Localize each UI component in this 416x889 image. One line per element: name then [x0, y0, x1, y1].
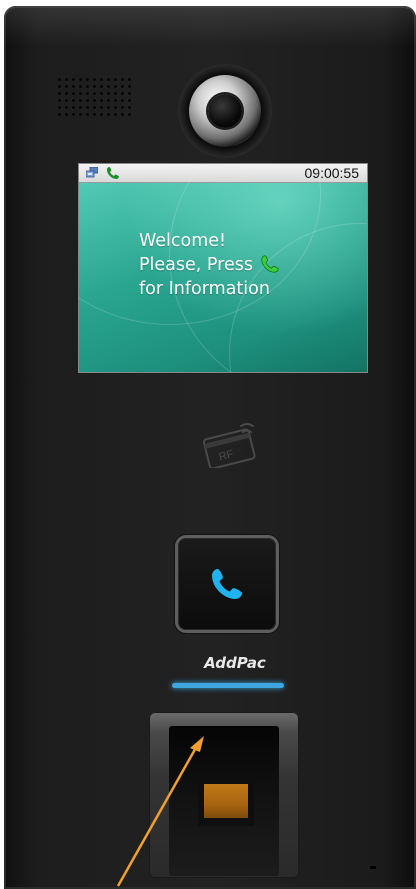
welcome-line-3: for Information	[139, 279, 270, 299]
status-light-bar	[172, 683, 284, 688]
phone-icon	[261, 255, 279, 273]
rf-label: RF	[218, 448, 235, 463]
welcome-line-2: Please, Press	[139, 253, 281, 277]
welcome-message: Welcome! Please, Press for Information	[139, 229, 281, 301]
camera-lens	[208, 94, 242, 128]
welcome-line-1: Welcome!	[139, 231, 227, 251]
panel-highlight	[4, 6, 416, 46]
brand-logo: AddPac	[204, 654, 266, 672]
camera	[178, 64, 272, 158]
annotation-arrow	[116, 736, 204, 887]
call-button[interactable]	[178, 538, 276, 630]
screen-wallpaper: Welcome! Please, Press for Information	[79, 164, 367, 372]
intercom-device-image: 09:00:55 Welcome! Please, Press for Info…	[0, 0, 416, 889]
rf-card-reader-icon: RF	[202, 423, 256, 468]
welcome-line-2-text: Please, Press	[139, 255, 253, 275]
indicator-led	[370, 866, 376, 869]
lcd-screen: 09:00:55 Welcome! Please, Press for Info…	[78, 163, 368, 373]
phone-icon	[212, 569, 242, 599]
speaker-grille	[56, 76, 132, 118]
